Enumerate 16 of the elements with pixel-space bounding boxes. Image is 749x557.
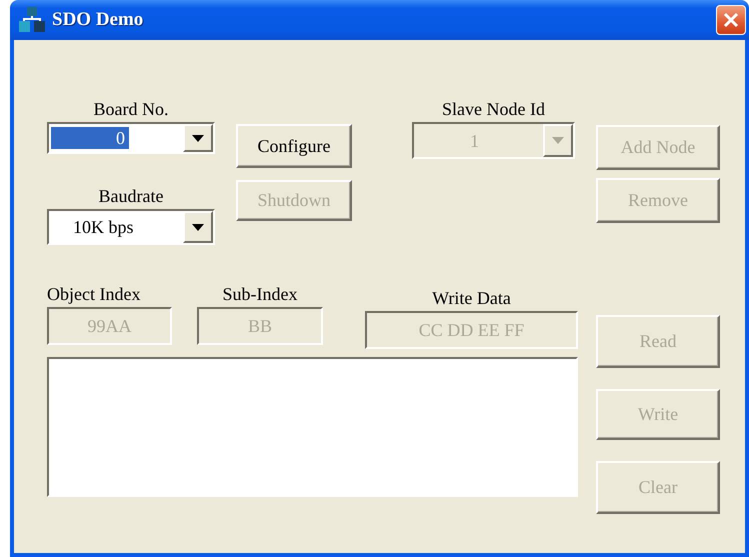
board-combobox[interactable]: 0: [47, 122, 215, 154]
field-label: Board No.: [94, 98, 168, 120]
configure-button[interactable]: Configure: [236, 124, 352, 168]
field-label: Baudrate: [98, 185, 164, 207]
combo-value: 1: [469, 130, 479, 152]
close-button[interactable]: [716, 5, 746, 35]
field-label: Write Data: [432, 287, 511, 309]
field-label: Object Index: [47, 283, 140, 305]
combo-value: 10K bps: [72, 216, 134, 238]
field-label: Slave Node Id: [442, 98, 545, 120]
field-label: Sub-Index: [222, 283, 298, 305]
window-title: SDO Demo: [52, 9, 144, 31]
combo-value: 0: [51, 127, 129, 149]
baudrate-combobox[interactable]: 10K bps: [47, 209, 215, 245]
network-nodes-icon: [18, 6, 46, 34]
close-icon: [723, 12, 739, 28]
